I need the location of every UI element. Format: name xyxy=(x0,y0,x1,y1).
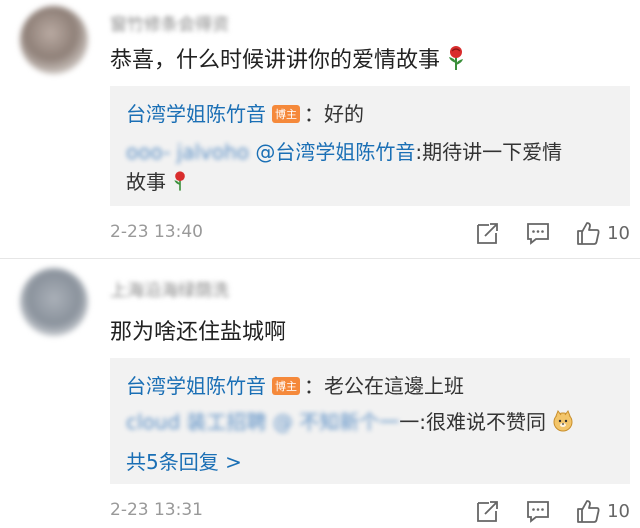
reply-line-1: 台湾学姐陈竹音 博主 ：好的 xyxy=(126,98,364,127)
reply-text: :期待讲一下爱情 xyxy=(415,140,563,164)
comment-actions: 10 xyxy=(451,498,630,524)
comment-text-body: 恭喜，什么时候讲讲你的爱情故事 xyxy=(110,48,441,73)
reply-line-2-cont: 故事 xyxy=(126,166,188,197)
like-button[interactable]: 10 xyxy=(575,220,630,246)
comment-time: 2-23 13:31 xyxy=(110,500,203,520)
comment-meta: 2-23 13:40 10 xyxy=(110,220,630,250)
divider xyxy=(0,258,640,259)
thumbs-up-icon xyxy=(577,500,600,523)
share-button[interactable] xyxy=(475,498,501,524)
blogger-badge: 博主 xyxy=(272,104,300,123)
reply-box[interactable]: 台湾学姐陈竹音 博主 ：好的 ooo- jalvoho @台湾学姐陈竹音:期待讲一下… xyxy=(110,86,630,206)
rose-emoji-icon xyxy=(172,170,188,197)
mention-link[interactable]: @台湾学姐陈竹音 xyxy=(255,140,415,164)
reply-box[interactable]: 台湾学姐陈竹音 博主 ：老公在這邊上班 cloud 装工招聘 @ 不知新个一一:很难… xyxy=(110,358,630,484)
share-icon xyxy=(477,223,498,244)
share-button[interactable] xyxy=(475,220,501,246)
reply-line-1: 台湾学姐陈竹音 博主 ：老公在這邊上班 xyxy=(126,370,464,399)
comment-text: 恭喜，什么时候讲讲你的爱情故事 xyxy=(110,42,466,77)
comment-text: 那为啥还住盐城啊 xyxy=(110,320,287,345)
avatar[interactable] xyxy=(20,268,88,336)
reply-author-blurred[interactable]: cloud 装工招聘 @ 不知新个一 xyxy=(126,410,399,434)
like-count: 10 xyxy=(607,222,630,244)
rose-emoji-icon xyxy=(446,45,466,77)
reply-text: ：好的 xyxy=(304,102,364,126)
like-button[interactable]: 10 xyxy=(575,498,630,524)
reply-text-cont: 故事 xyxy=(126,170,166,194)
comment-icon xyxy=(527,501,549,523)
like-count: 10 xyxy=(607,500,630,522)
reply-author-blurred[interactable]: ooo- jalvoho xyxy=(126,140,249,164)
comment-icon xyxy=(527,223,549,245)
comment-meta: 2-23 13:31 10 xyxy=(110,498,630,528)
comment-button[interactable] xyxy=(525,220,551,246)
comment-time: 2-23 13:40 xyxy=(110,222,203,242)
comment-username[interactable]: 窗竹修条会得资 xyxy=(110,10,229,35)
reply-author[interactable]: 台湾学姐陈竹音 xyxy=(126,374,266,398)
doge-emoji-icon xyxy=(552,409,574,437)
reply-line-2: cloud 装工招聘 @ 不知新个一一:很难说不赞同 xyxy=(126,406,574,437)
reply-text: ：老公在這邊上班 xyxy=(304,374,464,398)
share-icon xyxy=(477,501,498,522)
comment-actions: 10 xyxy=(451,220,630,246)
reply-author[interactable]: 台湾学姐陈竹音 xyxy=(126,102,266,126)
reply-text: 一:很难说不赞同 xyxy=(399,410,546,434)
blogger-badge: 博主 xyxy=(272,376,300,395)
comment-button[interactable] xyxy=(525,498,551,524)
more-replies-link[interactable]: 共5条回复 > xyxy=(126,446,242,475)
avatar[interactable] xyxy=(20,6,88,74)
reply-line-2: ooo- jalvoho @台湾学姐陈竹音:期待讲一下爱情 xyxy=(126,136,562,165)
thumbs-up-icon xyxy=(577,222,600,245)
comment-username[interactable]: 上海沿海绿荫洗 xyxy=(110,276,229,301)
